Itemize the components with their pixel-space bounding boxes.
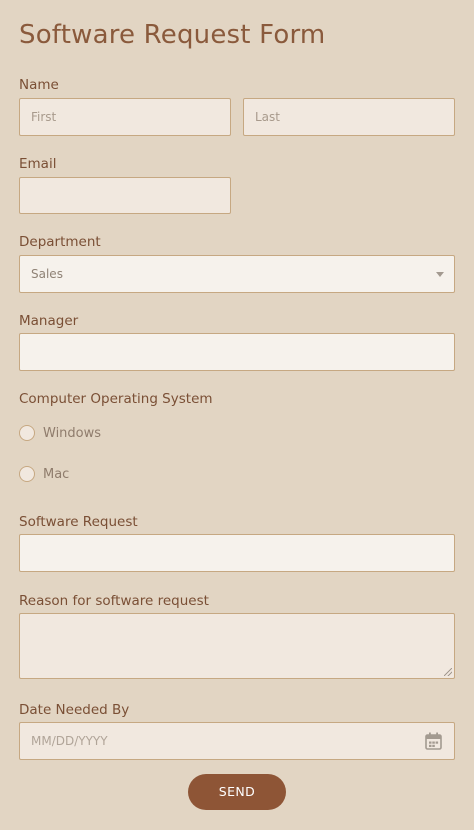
os-option-windows[interactable]: Windows — [19, 425, 101, 441]
radio-windows[interactable] — [19, 425, 35, 441]
first-name-input[interactable] — [19, 98, 231, 136]
email-input[interactable] — [19, 177, 231, 214]
os-option-mac-label: Mac — [43, 466, 70, 482]
manager-input[interactable] — [19, 333, 455, 371]
date-placeholder: MM/DD/YYYY — [31, 734, 108, 748]
reason-label: Reason for software request — [19, 593, 209, 609]
last-name-input[interactable] — [243, 98, 455, 136]
date-needed-input[interactable]: MM/DD/YYYY — [19, 722, 455, 760]
resize-grip-icon[interactable] — [444, 668, 452, 676]
software-request-input[interactable] — [19, 534, 455, 572]
radio-mac[interactable] — [19, 466, 35, 482]
manager-label: Manager — [19, 313, 79, 329]
department-label: Department — [19, 234, 101, 250]
form-title: Software Request Form — [19, 20, 326, 50]
department-selected-value: Sales — [31, 267, 63, 281]
department-select[interactable]: Sales — [19, 255, 455, 293]
os-label: Computer Operating System — [19, 391, 213, 407]
date-needed-label: Date Needed By — [19, 702, 130, 718]
chevron-down-icon — [436, 272, 444, 277]
calendar-icon[interactable] — [425, 732, 442, 750]
email-label: Email — [19, 156, 57, 172]
os-option-windows-label: Windows — [43, 425, 102, 441]
os-option-mac[interactable]: Mac — [19, 466, 69, 482]
reason-textarea[interactable] — [19, 613, 455, 679]
send-button[interactable]: SEND — [188, 774, 286, 810]
software-request-label: Software Request — [19, 514, 138, 530]
name-label: Name — [19, 77, 59, 93]
